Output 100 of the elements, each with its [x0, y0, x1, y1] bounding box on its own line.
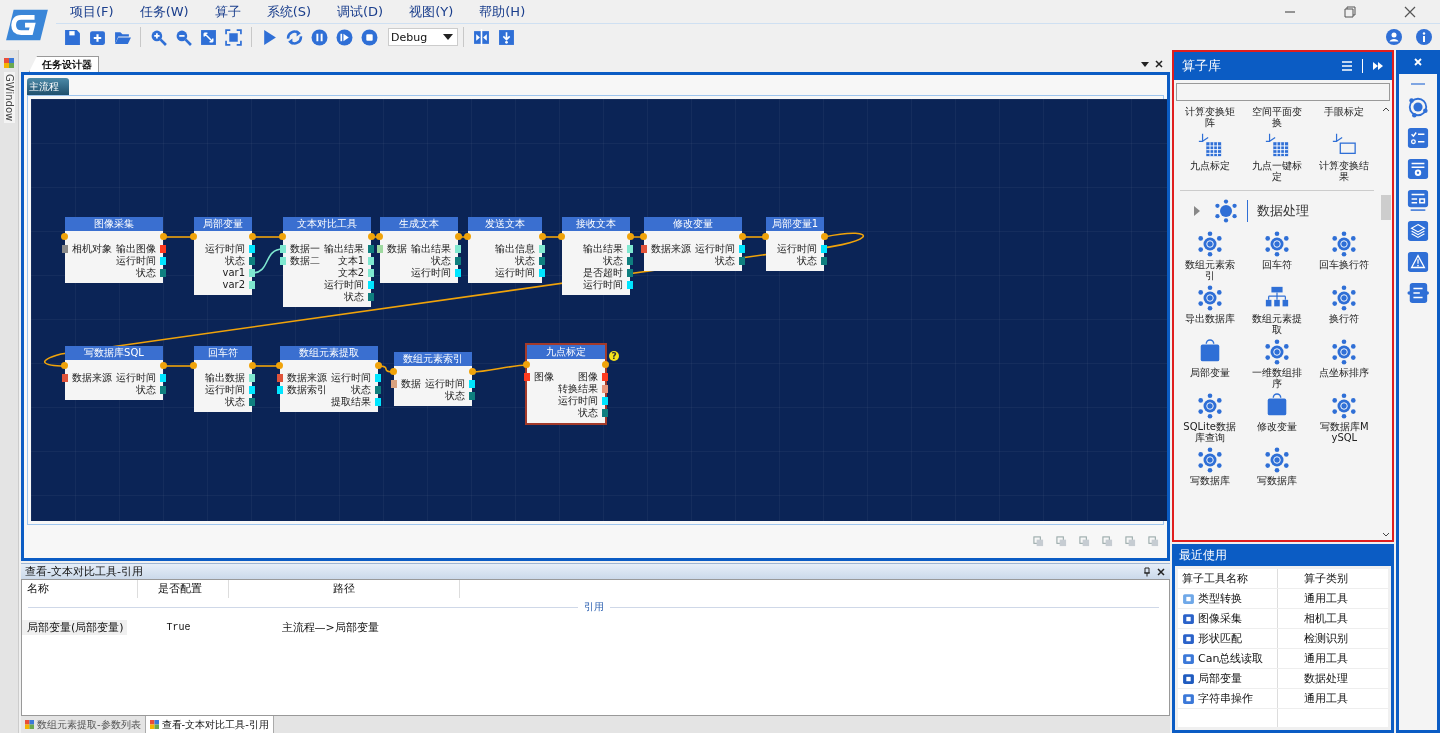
menu-item[interactable]: 视图(Y) [405, 2, 458, 21]
checklist-icon[interactable] [1407, 127, 1429, 149]
caret-icon[interactable] [443, 34, 453, 40]
hub-icon[interactable] [1331, 393, 1358, 419]
flow-canvas[interactable] [31, 99, 1167, 521]
hub-icon[interactable] [1331, 285, 1358, 311]
operator-label[interactable]: 回车换行符 [1319, 259, 1370, 270]
hub-icon[interactable] [1196, 393, 1223, 419]
panel-icon[interactable] [1407, 189, 1429, 211]
operator-label[interactable]: 写数据库 [1257, 475, 1297, 486]
zoom-out-icon[interactable] [175, 28, 192, 46]
operator-label[interactable]: 换行符 [1329, 313, 1360, 324]
grid-icon[interactable] [1196, 132, 1223, 158]
grid-icon[interactable] [1264, 132, 1290, 158]
document-tab[interactable]: 任务设计器 [29, 56, 99, 72]
new-icon[interactable] [89, 28, 106, 46]
category-title[interactable]: 数据处理 [1257, 202, 1309, 220]
flow-port-icon[interactable] [249, 362, 256, 369]
operator-label[interactable]: 写数据库MySQL [1317, 421, 1372, 443]
menu-item[interactable]: 系统(S) [262, 2, 316, 21]
flow-port-icon[interactable] [602, 361, 609, 368]
layers-icon[interactable] [1407, 220, 1429, 242]
warning-icon[interactable] [1407, 251, 1429, 273]
flow-port-icon[interactable] [249, 233, 256, 240]
flow-port-icon[interactable] [160, 233, 167, 240]
flow-port-icon[interactable] [279, 233, 286, 240]
operator-label[interactable]: 局部变量 [1189, 367, 1230, 378]
flow-port-icon[interactable] [190, 233, 197, 240]
close-icon[interactable] [1404, 5, 1416, 18]
double-arrow-icon[interactable] [1372, 60, 1384, 72]
flow-port-icon[interactable] [539, 233, 546, 240]
pin-icon[interactable] [1142, 566, 1152, 577]
hub-icon[interactable] [1196, 285, 1223, 311]
panel-tab[interactable]: 查看-文本对比工具-引用 [145, 716, 274, 733]
flow-port-icon[interactable] [375, 362, 382, 369]
tool-name[interactable]: Can总线读取 [1198, 651, 1264, 666]
operator-label[interactable]: SQLite数据库查询 [1182, 421, 1237, 443]
menu-item[interactable]: 调试(D) [333, 2, 388, 21]
flow-port-icon[interactable] [190, 362, 197, 369]
side-tab[interactable]: GWindow [3, 72, 15, 124]
operator-label[interactable]: 导出数据库 [1184, 313, 1235, 324]
loop-icon[interactable] [286, 28, 303, 46]
step-icon[interactable] [336, 28, 353, 46]
scroll-down-icon[interactable] [1382, 532, 1390, 537]
close-icon[interactable] [1154, 58, 1164, 69]
menu-item[interactable]: 帮助(H) [475, 2, 530, 21]
mode-dropdown[interactable]: Debug [388, 28, 458, 46]
flow-port-icon[interactable] [160, 362, 167, 369]
save-icon[interactable] [64, 28, 81, 46]
hub-icon[interactable] [1331, 339, 1358, 365]
hub-icon[interactable] [1264, 231, 1290, 257]
operator-label[interactable]: 回车符 [1262, 259, 1292, 270]
operator-label[interactable]: 计算变换结果 [1317, 160, 1372, 182]
flow-port-icon[interactable] [523, 361, 530, 368]
tool-name[interactable]: 字符串操作 [1198, 691, 1253, 706]
tool-name[interactable]: 图像采集 [1198, 611, 1242, 626]
list-icon[interactable] [1407, 282, 1429, 304]
search-field[interactable] [1176, 83, 1390, 101]
flow-port-icon[interactable] [469, 368, 476, 375]
flow-tab[interactable]: 主流程 [27, 78, 69, 95]
tool-name[interactable]: 形状匹配 [1198, 631, 1242, 646]
restore-icon[interactable] [1344, 5, 1356, 18]
fit-icon[interactable] [200, 28, 217, 46]
operator-label[interactable]: 九点一键标定 [1250, 160, 1304, 182]
operator-label[interactable]: 写数据库 [1189, 475, 1230, 486]
flow-port-icon[interactable] [762, 233, 769, 240]
close-icon[interactable] [1156, 566, 1166, 577]
scrollbar-thumb[interactable] [1381, 195, 1391, 220]
flow-port-icon[interactable] [739, 233, 746, 240]
operator-label[interactable]: 数组元素提取 [1250, 313, 1304, 335]
operator-label[interactable]: 点坐标排序 [1319, 367, 1370, 378]
user-icon[interactable] [1386, 29, 1402, 45]
hub-icon[interactable] [1331, 231, 1358, 257]
operator-label[interactable]: 一维数组排序 [1250, 367, 1304, 389]
flow-port-icon[interactable] [276, 362, 283, 369]
operator-label[interactable]: 手眼标定 [1324, 106, 1365, 117]
scroll-up-icon[interactable] [1382, 107, 1390, 112]
operator-label[interactable]: 空间平面变换 [1250, 106, 1304, 128]
operator-label[interactable]: 九点标定 [1189, 160, 1230, 171]
hub-icon[interactable] [1264, 447, 1290, 473]
fullscreen-icon[interactable] [225, 28, 242, 46]
column-header[interactable]: 名称 [22, 580, 138, 598]
column-header[interactable]: 路径 [229, 580, 460, 598]
settings-icon[interactable] [1407, 158, 1429, 180]
pause-icon[interactable] [311, 28, 328, 46]
split-icon[interactable] [473, 28, 490, 46]
column-header[interactable]: 是否配置 [138, 580, 229, 598]
orbit-icon[interactable] [1407, 96, 1429, 118]
hub-icon[interactable] [1264, 339, 1290, 365]
download-icon[interactable] [498, 28, 515, 46]
stop-icon[interactable] [361, 28, 378, 46]
hub-icon[interactable] [1196, 447, 1223, 473]
flow-port-icon[interactable] [390, 368, 397, 375]
panel-tab[interactable]: 数组元素提取-参数列表 [21, 716, 146, 733]
hub-icon[interactable] [1196, 231, 1223, 257]
play-icon[interactable] [261, 28, 278, 46]
menu-icon[interactable] [1341, 60, 1353, 72]
flow-port-icon[interactable] [558, 233, 565, 240]
minimize-icon[interactable] [1410, 82, 1426, 86]
zoom-in-icon[interactable] [150, 28, 167, 46]
